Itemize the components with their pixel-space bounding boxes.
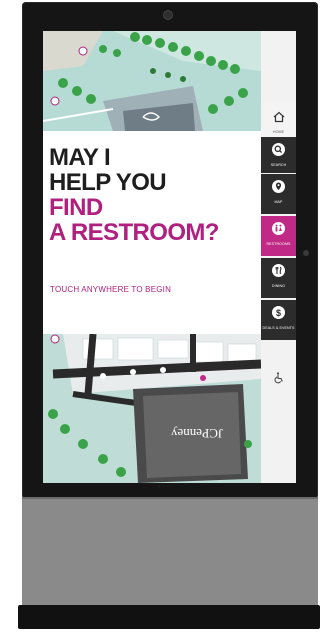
headline-line-3: FIND xyxy=(49,194,103,221)
kiosk-foot xyxy=(18,605,320,629)
brand-mark: · · · xyxy=(158,484,170,489)
welcome-panel[interactable]: MAY I HELP YOU FIND A RESTROOM? TOUCH AN… xyxy=(43,131,261,334)
search-icon xyxy=(272,143,285,156)
accessibility-button[interactable] xyxy=(261,371,296,389)
store-jcpenney[interactable]: JCPenney xyxy=(171,426,224,441)
touch-to-begin-prompt[interactable]: TOUCH ANYWHERE TO BEGIN xyxy=(50,285,171,294)
jcpenney-label: JCPenney xyxy=(171,426,224,441)
menu-home-label: HOME xyxy=(272,130,285,134)
restroom-marker[interactable] xyxy=(200,375,206,381)
headline: MAY I HELP YOU FIND A RESTROOM? xyxy=(49,145,219,245)
dining-icon xyxy=(272,264,285,277)
menu-dining-button[interactable]: DINING xyxy=(261,258,296,298)
headline-line-1: MAY I xyxy=(49,144,111,171)
map-top[interactable] xyxy=(43,31,261,131)
menu-dining-label: DINING xyxy=(271,284,286,288)
side-menu: HOME SEARCH MAP RESTROOMS DINING $ DEALS… xyxy=(261,31,296,483)
base-divider xyxy=(22,497,318,499)
menu-restrooms-button[interactable]: RESTROOMS xyxy=(261,216,296,256)
headline-line-4: A RESTROOM? xyxy=(49,219,219,246)
kiosk-device: · · · MAY I HELP YOU FIND A RESTROOM? TO… xyxy=(0,0,328,633)
dollar-icon: $ xyxy=(272,306,285,319)
restroom-icon xyxy=(272,222,285,235)
map-bottom[interactable]: JCPenney xyxy=(43,334,261,483)
menu-search-button[interactable]: SEARCH xyxy=(261,137,296,173)
menu-search-label: SEARCH xyxy=(270,163,287,167)
kiosk-base xyxy=(22,497,318,605)
menu-deals-label: DEALS & EVENTS xyxy=(262,326,295,330)
map-pin-icon xyxy=(272,180,285,193)
menu-deals-button[interactable]: $ DEALS & EVENTS xyxy=(261,300,296,340)
menu-home-button[interactable]: HOME xyxy=(261,103,296,137)
headline-line-2: HELP YOU xyxy=(49,169,167,196)
camera-lens xyxy=(164,11,172,19)
kiosk-screen[interactable]: MAY I HELP YOU FIND A RESTROOM? TOUCH AN… xyxy=(43,31,296,483)
wheelchair-icon xyxy=(274,372,283,384)
menu-restrooms-label: RESTROOMS xyxy=(266,242,291,246)
menu-map-label: MAP xyxy=(274,200,283,204)
svg-text:$: $ xyxy=(276,308,281,318)
home-icon xyxy=(273,111,284,123)
sensor-dot xyxy=(303,250,309,256)
menu-map-button[interactable]: MAP xyxy=(261,174,296,214)
